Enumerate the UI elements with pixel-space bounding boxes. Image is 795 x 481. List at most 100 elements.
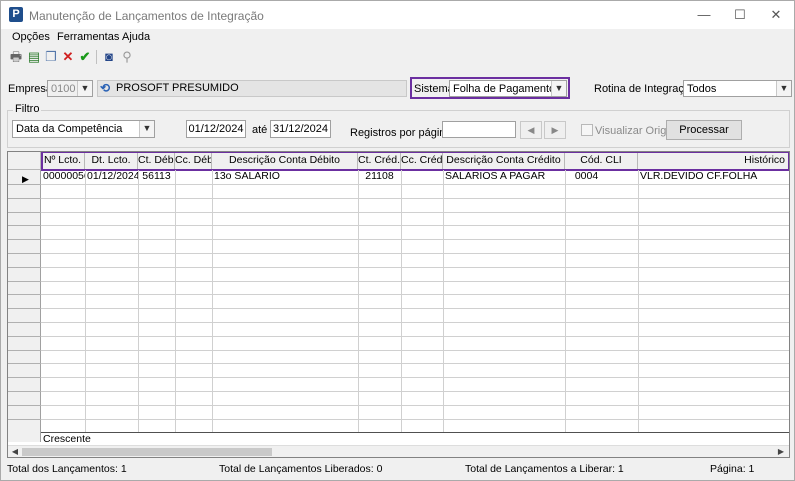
grid-footer: Crescente [41, 432, 789, 445]
sistema-select[interactable]: Folha de Pagamento ▼ [449, 80, 567, 97]
grid-row-line [41, 404, 789, 406]
ate-label: até [252, 124, 268, 136]
grid-row-line [41, 211, 789, 213]
grid-row-line [41, 266, 789, 268]
visualizar-origem-checkbox[interactable] [581, 124, 593, 136]
grid-divider [638, 170, 639, 432]
grid-row-line [41, 349, 789, 351]
menu-ajuda[interactable]: Ajuda [122, 31, 150, 43]
empresa-name-field: ⟲ PROSOFT PRESUMIDO [97, 80, 407, 97]
grid-row-line [41, 239, 789, 241]
empresa-code-select: 0100 ▼ [47, 80, 93, 97]
copy-icon[interactable]: ❐ [43, 49, 59, 65]
cell-desc-conta-credito[interactable]: SALARIOS A PAGAR [443, 170, 565, 184]
grid-divider [212, 170, 213, 432]
chevron-down-icon[interactable]: ▼ [139, 121, 154, 137]
grid-row-line [41, 294, 789, 296]
close-button[interactable]: ✕ [761, 5, 791, 25]
status-total-a-liberar: Total de Lançamentos a Liberar: 1 [465, 463, 624, 475]
indicator-row-line [8, 418, 41, 420]
chevron-down-icon[interactable]: ▼ [551, 81, 566, 96]
indicator-row-line [8, 197, 41, 199]
indicator-row-line [8, 404, 41, 406]
grid-divider [358, 170, 359, 432]
indicator-row-line [8, 280, 41, 282]
sort-order-label: Crescente [43, 433, 91, 445]
binoculars-icon[interactable]: ◙ [101, 49, 117, 65]
cell-historico[interactable]: VLR.DEVIDO CF.FOLHA [638, 170, 789, 184]
indicator-row-line [8, 322, 41, 323]
grid-row-line [41, 280, 789, 282]
next-page-button[interactable]: ▶ [544, 121, 566, 139]
export-icon[interactable]: ▤ [26, 49, 42, 65]
confirm-icon[interactable]: ✔ [77, 49, 93, 65]
scrollbar-thumb[interactable] [22, 448, 272, 456]
grid-row-line [41, 322, 789, 323]
data-inicio-input[interactable]: 01/12/2024 [186, 120, 246, 138]
grid-corner [8, 152, 41, 170]
chevron-down-icon[interactable]: ▼ [776, 81, 791, 96]
filtro-title: Filtro [13, 103, 42, 115]
menu-ferramentas[interactable]: Ferramentas [57, 31, 119, 43]
tipo-data-value: Data da Competência [16, 123, 123, 135]
cell-desc-conta-debito[interactable]: 13o SALARIO [212, 170, 358, 184]
processar-button[interactable]: Processar [666, 120, 742, 140]
scroll-right-icon[interactable]: ▶ [775, 447, 787, 457]
indicator-row-line [8, 377, 41, 379]
indicator-row-line [8, 211, 41, 213]
indicator-row-line [8, 253, 41, 254]
horizontal-scrollbar[interactable]: ◀ ▶ [8, 445, 789, 457]
cell-dt-lcto[interactable]: 01/12/2024 [85, 170, 138, 184]
maximize-button[interactable]: ☐ [725, 5, 755, 25]
cell-cc-deb[interactable] [175, 170, 212, 184]
grid-divider [401, 170, 402, 432]
previous-page-button[interactable]: ◀ [520, 121, 542, 139]
grid-divider [443, 170, 444, 432]
grid-row-line [41, 197, 789, 199]
cell-ct-deb[interactable]: 56113 [138, 170, 175, 184]
grid-row-line [41, 377, 789, 379]
title-bar: P Manutenção de Lançamentos de Integraçã… [1, 1, 794, 29]
header-highlight [41, 152, 789, 171]
cell-cc-cred[interactable] [401, 170, 443, 184]
grid-row-line [41, 363, 789, 365]
grid-row-line [41, 253, 789, 254]
cell-numero-lcto[interactable]: 00000056 [41, 170, 85, 184]
main-window: P Manutenção de Lançamentos de Integraçã… [0, 0, 795, 481]
indicator-row-line [8, 349, 41, 351]
chevron-down-icon: ▼ [77, 81, 92, 96]
rotina-select[interactable]: Todos ▼ [683, 80, 792, 97]
grid-row-line [41, 418, 789, 420]
grid-row-line [41, 184, 789, 185]
data-fim-input[interactable]: 31/12/2024 [270, 120, 331, 138]
indicator-row-line [8, 363, 41, 365]
toolbar-separator [96, 50, 97, 64]
indicator-row-line [8, 239, 41, 241]
cell-ct-cred[interactable]: 21108 [358, 170, 401, 184]
indicator-row-line [8, 391, 41, 392]
window-title: Manutenção de Lançamentos de Integração [29, 9, 264, 23]
status-pagina: Página: 1 [710, 463, 755, 475]
menu-opcoes[interactable]: Opções [12, 31, 50, 43]
status-total-lancamentos: Total dos Lançamentos: 1 [7, 463, 127, 475]
indicator-row-line [8, 335, 41, 337]
tipo-data-select[interactable]: Data da Competência ▼ [12, 120, 155, 138]
minimize-button[interactable]: — [689, 5, 719, 25]
grid-row-line [41, 391, 789, 392]
grid-divider [565, 170, 566, 432]
grid-divider [175, 170, 176, 432]
registros-input[interactable] [442, 121, 516, 138]
indicator-row-line [8, 184, 41, 185]
empresa-code-value: 0100 [51, 83, 76, 95]
row-indicator-column [8, 152, 41, 442]
cell-cod-cli[interactable]: 0004 [565, 170, 638, 184]
delete-icon[interactable]: ✕ [60, 49, 76, 65]
menu-bar: Opções Ferramentas Ajuda [1, 29, 794, 47]
grid-row-line [41, 225, 789, 227]
search-icon[interactable]: ⚲ [119, 49, 135, 65]
empresa-name: PROSOFT PRESUMIDO [116, 82, 239, 94]
print-icon[interactable]: 🖶 [8, 49, 24, 65]
status-total-liberados: Total de Lançamentos Liberados: 0 [219, 463, 383, 475]
scroll-left-icon[interactable]: ◀ [9, 447, 21, 457]
rotina-value: Todos [687, 83, 717, 95]
